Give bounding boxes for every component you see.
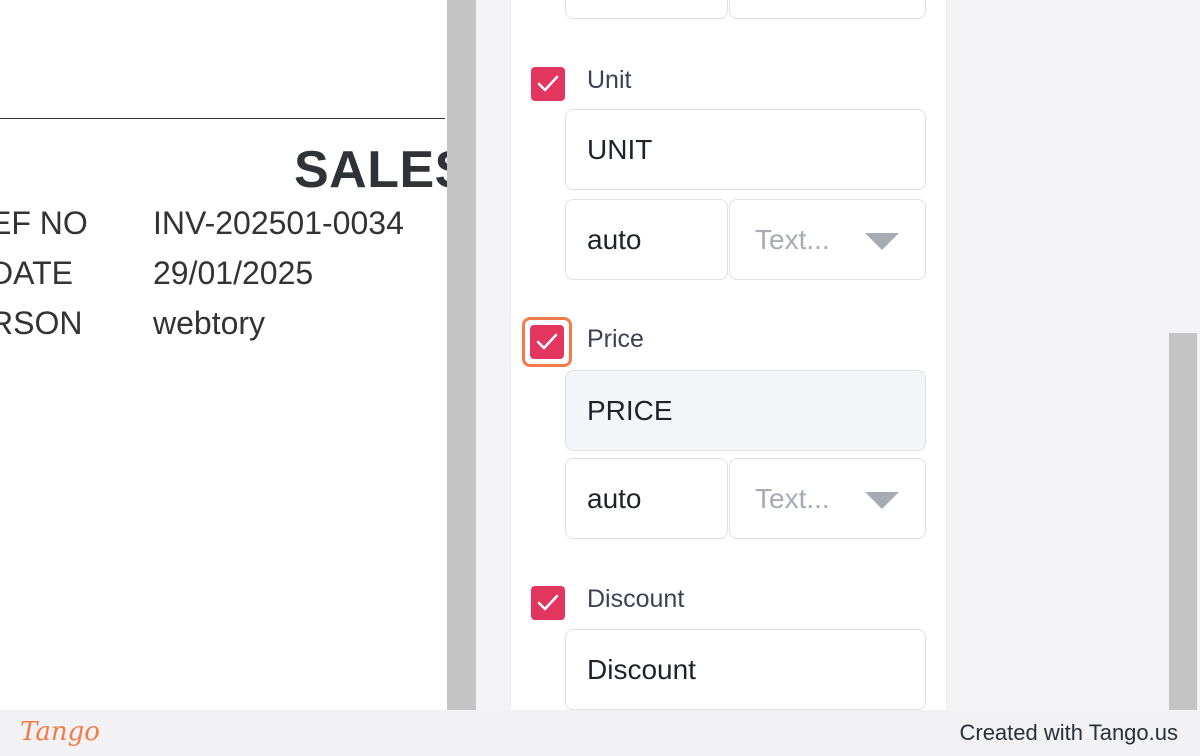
unit-checkbox[interactable]: [531, 67, 565, 101]
discount-label: Discount: [587, 585, 685, 613]
price-header-input[interactable]: PRICE: [565, 370, 926, 451]
date-label: DATE: [0, 255, 73, 291]
discount-checkbox[interactable]: [531, 586, 565, 620]
scrollbar-thumb[interactable]: [1169, 333, 1197, 710]
ref-no-label: EF NO: [0, 205, 88, 241]
document-title: SALES: [294, 141, 447, 199]
ref-no-value: INV-202501-0034: [153, 205, 404, 241]
discount-header-input[interactable]: Discount: [565, 629, 926, 710]
check-icon: [537, 75, 559, 92]
created-with-credit: Created with Tango.us: [959, 720, 1178, 745]
unit-type-select[interactable]: Text...: [729, 199, 926, 280]
footer-bar: Tango Created with Tango.us: [0, 710, 1200, 756]
price-checkbox[interactable]: [530, 325, 564, 359]
salesperson-value: webtory: [153, 305, 266, 341]
check-icon: [537, 594, 559, 611]
price-type-placeholder: Text...: [755, 482, 830, 514]
header-divider: [0, 118, 445, 119]
price-type-select[interactable]: Text...: [729, 458, 926, 539]
unit-label: Unit: [587, 66, 632, 94]
panel-resize-handle[interactable]: [447, 0, 476, 710]
tango-logo: Tango: [20, 717, 100, 747]
salesperson-label: RSON: [0, 305, 83, 341]
invoice-preview: SALES EF NO INV-202501-0034 DATE 29/01/2…: [0, 0, 447, 710]
unit-type-placeholder: Text...: [755, 223, 830, 255]
check-icon: [536, 333, 558, 350]
date-value: 29/01/2025: [153, 255, 314, 291]
column-settings-card: [510, 0, 947, 710]
caret-down-icon: [865, 492, 899, 509]
previous-width-input[interactable]: [565, 0, 728, 19]
previous-type-select[interactable]: [729, 0, 926, 19]
unit-width-input[interactable]: auto: [565, 199, 728, 280]
unit-header-input[interactable]: UNIT: [565, 109, 926, 190]
price-label: Price: [587, 325, 644, 353]
caret-down-icon: [865, 233, 899, 250]
price-width-input[interactable]: auto: [565, 458, 728, 539]
